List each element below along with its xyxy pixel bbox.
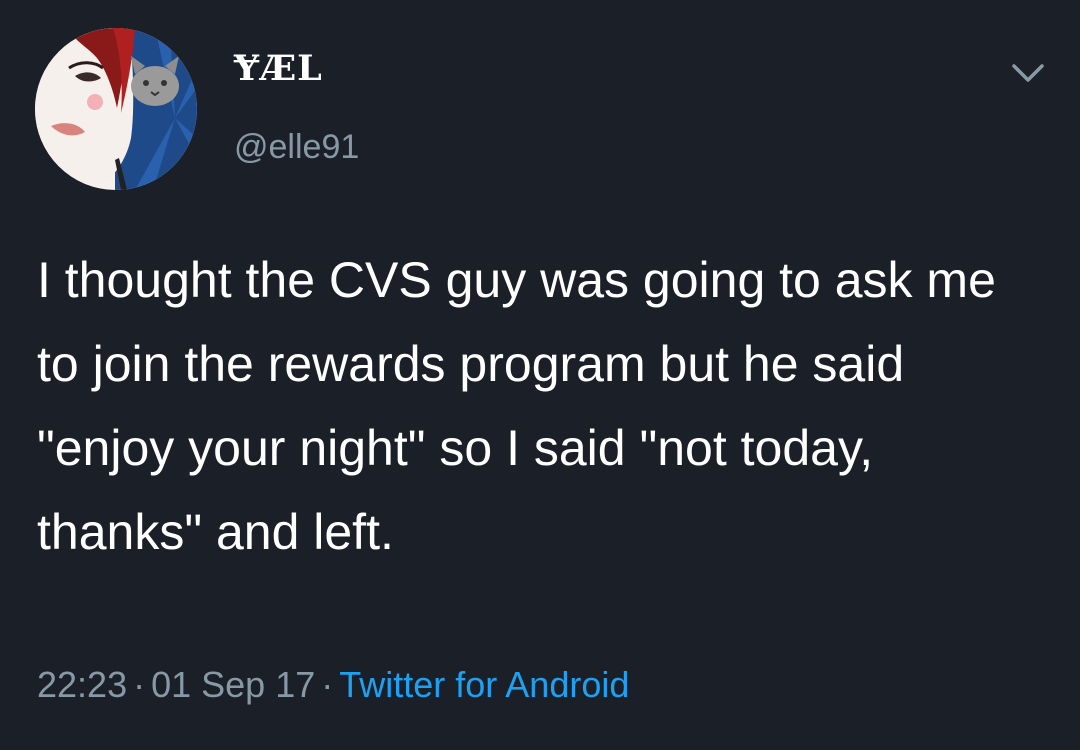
tweet-date: 01 Sep 17: [151, 664, 316, 705]
tweet-text: I thought the CVS guy was going to ask m…: [37, 252, 996, 560]
display-name[interactable]: ɎÆL: [234, 48, 323, 89]
chevron-down-icon[interactable]: [1008, 58, 1048, 88]
meta-separator: ·: [133, 664, 146, 705]
tweet-time: 22:23: [37, 664, 128, 705]
tweet-card: ɎÆL @elle91 I thought the CVS guy was go…: [0, 0, 1080, 750]
profile-avatar[interactable]: [35, 28, 197, 190]
tweet-source-link[interactable]: Twitter for Android: [339, 664, 629, 705]
meta-separator: ·: [321, 664, 334, 705]
user-handle[interactable]: @elle91: [234, 128, 359, 167]
tweet-meta: 22:23 · 01 Sep 17 · Twitter for Android: [37, 664, 629, 706]
